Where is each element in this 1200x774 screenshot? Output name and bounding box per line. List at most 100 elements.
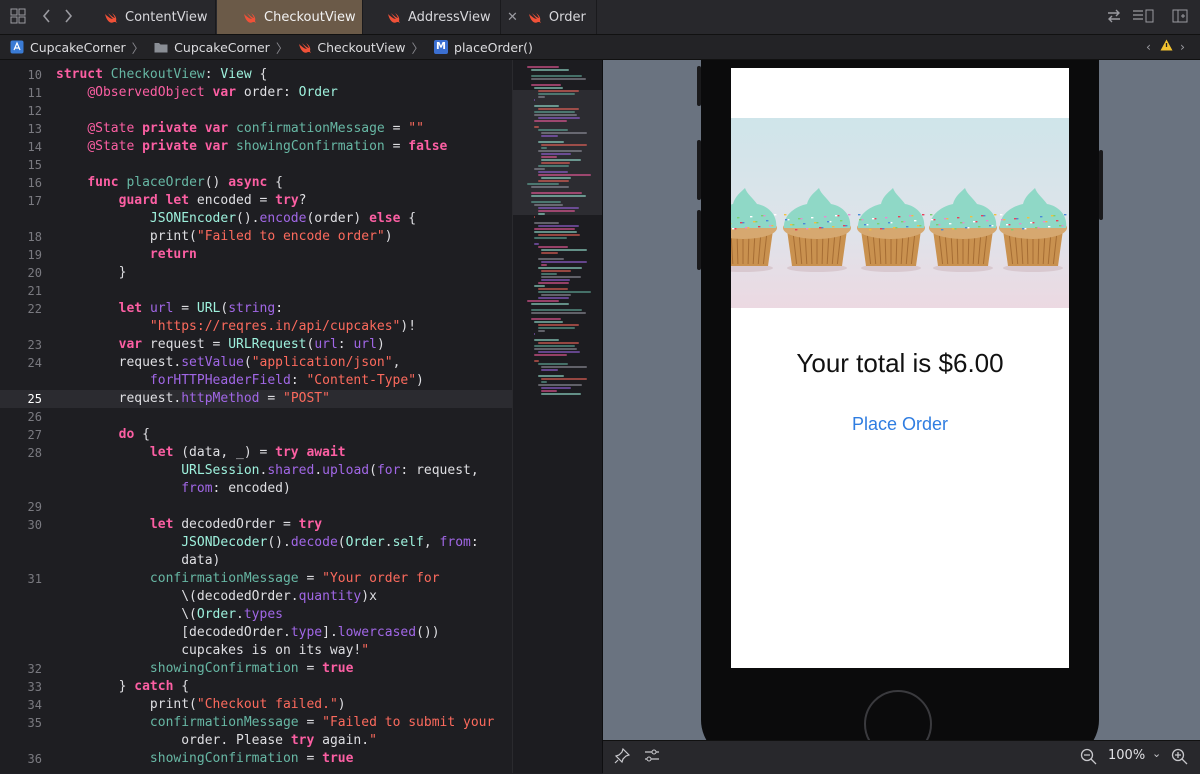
chevron-left-icon[interactable]: ‹ <box>1146 39 1151 54</box>
minimap-line <box>538 288 568 290</box>
code-line[interactable]: 33 } catch { <box>0 678 512 696</box>
pin-icon[interactable] <box>614 748 630 768</box>
line-number: 22 <box>0 300 42 318</box>
code-line[interactable]: [decodedOrder.type].lowercased()) <box>0 624 512 642</box>
code-line[interactable]: 20 } <box>0 264 512 282</box>
minimap-line <box>541 276 581 278</box>
breadcrumb-file[interactable]: CheckoutView <box>298 40 405 55</box>
tab-content-view[interactable]: ContentView <box>86 0 216 34</box>
code-line[interactable]: 12 <box>0 102 512 120</box>
code-line[interactable]: 17 guard let encoded = try? <box>0 192 512 210</box>
tab-checkout-view[interactable]: CheckoutView <box>217 0 363 34</box>
code-line[interactable]: JSONDecoder().decode(Order.self, from: <box>0 534 512 552</box>
breadcrumb-project[interactable]: CupcakeCorner <box>10 40 126 55</box>
swift-file-icon <box>298 42 311 53</box>
current-code-line[interactable]: 25 request.httpMethod = "POST" <box>0 390 512 408</box>
order-total-text: Your total is $6.00 <box>731 348 1069 379</box>
minimap-line <box>534 285 545 287</box>
zoom-level[interactable]: 100% <box>1108 748 1145 763</box>
code-line[interactable]: 30 let decodedOrder = try <box>0 516 512 534</box>
minimap-line <box>538 282 569 284</box>
editor-options-icon[interactable] <box>1132 9 1154 27</box>
place-order-button[interactable]: Place Order <box>731 414 1069 435</box>
code-editor[interactable]: 10struct CheckoutView: View {11 @Observe… <box>0 60 512 773</box>
minimap-line <box>534 243 539 245</box>
code-text: let (data, _) = try await <box>56 444 346 462</box>
code-line[interactable]: 32 showingConfirmation = true <box>0 660 512 678</box>
line-number: 24 <box>0 354 42 372</box>
minimap-line <box>534 345 575 347</box>
code-line[interactable]: 18 print("Failed to encode order") <box>0 228 512 246</box>
minimap[interactable] <box>512 60 603 773</box>
code-line[interactable]: 27 do { <box>0 426 512 444</box>
warning-icon[interactable] <box>1160 39 1173 54</box>
code-line[interactable]: 15 <box>0 156 512 174</box>
minimap-line <box>538 213 545 215</box>
line-number: 14 <box>0 138 42 156</box>
forward-icon[interactable] <box>63 8 73 28</box>
line-number: 18 <box>0 228 42 246</box>
code-line[interactable]: 19 return <box>0 246 512 264</box>
chevron-right-icon[interactable]: › <box>1180 39 1185 54</box>
minimap-line <box>534 333 535 335</box>
phone-side-button <box>1099 150 1103 220</box>
code-line[interactable]: 23 var request = URLRequest(url: url) <box>0 336 512 354</box>
minimap-line <box>534 222 559 224</box>
code-line[interactable]: 28 let (data, _) = try await <box>0 444 512 462</box>
code-line[interactable]: 26 <box>0 408 512 426</box>
xcode-project-icon <box>10 40 24 54</box>
zoom-out-icon[interactable] <box>1080 748 1097 769</box>
code-text: } <box>56 264 126 282</box>
line-number: 28 <box>0 444 42 462</box>
code-line[interactable]: data) <box>0 552 512 570</box>
code-line[interactable]: 14 @State private var showingConfirmatio… <box>0 138 512 156</box>
code-text: func placeOrder() async { <box>56 174 283 192</box>
back-icon[interactable] <box>42 8 52 28</box>
code-line[interactable]: order. Please try again." <box>0 732 512 750</box>
code-text: guard let encoded = try? <box>56 192 306 210</box>
minimap-line <box>541 366 587 368</box>
tab-order[interactable]: ✕ Order <box>501 0 597 34</box>
settings-sliders-icon[interactable] <box>644 748 660 768</box>
minimap-line <box>531 303 569 305</box>
breadcrumb-folder[interactable]: CupcakeCorner <box>154 40 270 55</box>
swift-file-icon <box>243 12 256 23</box>
code-line[interactable]: 22 let url = URL(string: <box>0 300 512 318</box>
tab-address-view[interactable]: AddressView <box>363 0 501 34</box>
code-line[interactable]: \(decodedOrder.quantity)x <box>0 588 512 606</box>
minimap-line <box>538 234 580 236</box>
code-line[interactable]: "https://reqres.in/api/cupcakes")! <box>0 318 512 336</box>
add-editor-icon[interactable] <box>1172 9 1188 27</box>
code-line[interactable]: JSONEncoder().encode(order) else { <box>0 210 512 228</box>
line-number: 17 <box>0 192 42 210</box>
grid-icon[interactable] <box>10 8 26 28</box>
code-line[interactable]: 16 func placeOrder() async { <box>0 174 512 192</box>
swift-file-icon <box>387 12 400 23</box>
minimap-line <box>538 267 582 269</box>
code-line[interactable]: forHTTPHeaderField: "Content-Type") <box>0 372 512 390</box>
chevron-down-icon[interactable]: ⌄ <box>1152 747 1161 760</box>
code-line[interactable]: 29 <box>0 498 512 516</box>
code-line[interactable]: from: encoded) <box>0 480 512 498</box>
code-line[interactable]: 35 confirmationMessage = "Failed to subm… <box>0 714 512 732</box>
minimap-line <box>538 165 569 167</box>
minimap-line <box>538 258 564 260</box>
code-text: confirmationMessage = "Failed to submit … <box>56 714 494 732</box>
code-line[interactable]: 21 <box>0 282 512 300</box>
code-line[interactable]: 24 request.setValue("application/json", <box>0 354 512 372</box>
minimap-line <box>531 192 583 194</box>
code-line[interactable]: 10struct CheckoutView: View { <box>0 66 512 84</box>
code-line[interactable]: 13 @State private var confirmationMessag… <box>0 120 512 138</box>
code-line[interactable]: 31 confirmationMessage = "Your order for <box>0 570 512 588</box>
code-line[interactable]: 34 print("Checkout failed.") <box>0 696 512 714</box>
minimap-line <box>527 183 559 185</box>
zoom-in-icon[interactable] <box>1171 748 1188 769</box>
code-line[interactable]: 11 @ObservedObject var order: Order <box>0 84 512 102</box>
breadcrumb-method[interactable]: M placeOrder() <box>434 40 533 55</box>
code-line[interactable]: 36 showingConfirmation = true <box>0 750 512 768</box>
swap-arrows-icon[interactable] <box>1106 9 1122 27</box>
close-icon[interactable]: ✕ <box>507 10 518 25</box>
code-line[interactable]: URLSession.shared.upload(for: request, <box>0 462 512 480</box>
code-line[interactable]: cupcakes is on its way!" <box>0 642 512 660</box>
code-line[interactable]: \(Order.types <box>0 606 512 624</box>
